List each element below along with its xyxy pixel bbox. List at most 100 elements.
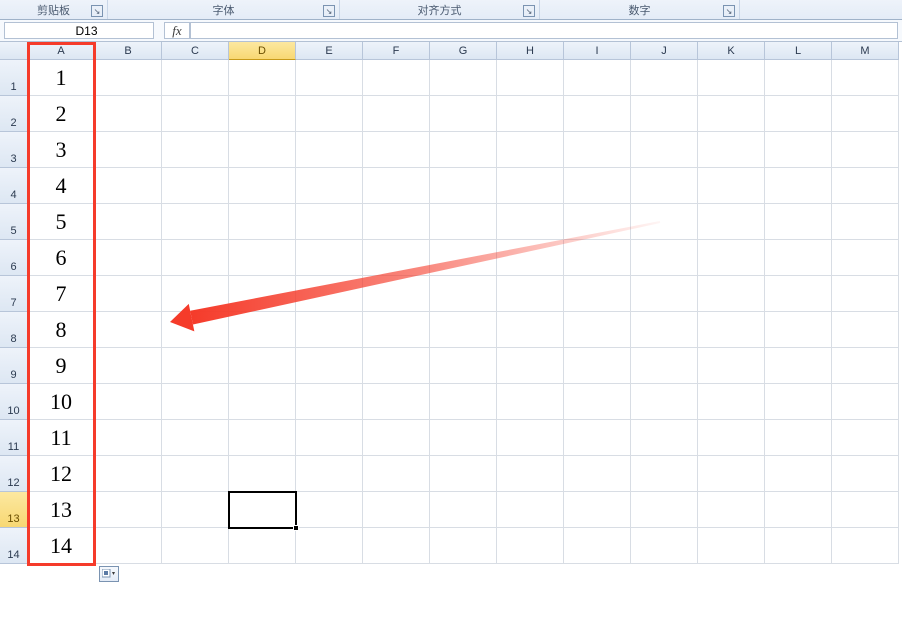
- dialog-launcher-icon[interactable]: ↘: [323, 5, 335, 17]
- name-box-input[interactable]: [9, 24, 164, 38]
- cell[interactable]: [497, 420, 564, 456]
- cell[interactable]: [698, 528, 765, 564]
- cell[interactable]: [162, 204, 229, 240]
- cell[interactable]: [564, 456, 631, 492]
- cell[interactable]: [832, 168, 899, 204]
- column-header[interactable]: K: [698, 42, 765, 60]
- cell[interactable]: [363, 168, 430, 204]
- cell[interactable]: [363, 132, 430, 168]
- cell[interactable]: [363, 528, 430, 564]
- cell[interactable]: [162, 312, 229, 348]
- cell[interactable]: [95, 384, 162, 420]
- cell[interactable]: [162, 276, 229, 312]
- cell[interactable]: [229, 528, 296, 564]
- cell[interactable]: [564, 384, 631, 420]
- cell[interactable]: [95, 528, 162, 564]
- cell[interactable]: [631, 132, 698, 168]
- cell[interactable]: [832, 312, 899, 348]
- cell[interactable]: [430, 204, 497, 240]
- cell[interactable]: [631, 420, 698, 456]
- cell[interactable]: [497, 312, 564, 348]
- cell[interactable]: [162, 492, 229, 528]
- row-header[interactable]: 9: [0, 348, 28, 384]
- cell[interactable]: [296, 60, 363, 96]
- cell[interactable]: 4: [28, 168, 95, 204]
- cell[interactable]: [631, 312, 698, 348]
- cell[interactable]: [698, 240, 765, 276]
- row-header[interactable]: 13: [0, 492, 28, 528]
- row-header[interactable]: 11: [0, 420, 28, 456]
- cell[interactable]: 10: [28, 384, 95, 420]
- cell[interactable]: [631, 60, 698, 96]
- column-header[interactable]: C: [162, 42, 229, 60]
- row-header[interactable]: 5: [0, 204, 28, 240]
- row-header[interactable]: 7: [0, 276, 28, 312]
- cell[interactable]: [832, 204, 899, 240]
- cell[interactable]: [564, 420, 631, 456]
- cell[interactable]: [564, 240, 631, 276]
- cell[interactable]: [229, 492, 296, 528]
- cell[interactable]: [564, 96, 631, 132]
- cell[interactable]: [765, 492, 832, 528]
- cell[interactable]: [698, 384, 765, 420]
- cell[interactable]: [698, 96, 765, 132]
- cell[interactable]: [162, 168, 229, 204]
- cell[interactable]: [765, 204, 832, 240]
- cell[interactable]: [229, 240, 296, 276]
- cell[interactable]: [430, 384, 497, 420]
- cell[interactable]: [564, 168, 631, 204]
- cell[interactable]: [698, 132, 765, 168]
- cell[interactable]: [363, 348, 430, 384]
- cell[interactable]: [832, 348, 899, 384]
- cell[interactable]: [631, 456, 698, 492]
- row-header[interactable]: 10: [0, 384, 28, 420]
- dialog-launcher-icon[interactable]: ↘: [723, 5, 735, 17]
- cell[interactable]: [631, 492, 698, 528]
- cell[interactable]: [698, 312, 765, 348]
- cell[interactable]: [832, 276, 899, 312]
- cell[interactable]: [430, 528, 497, 564]
- cell[interactable]: [162, 132, 229, 168]
- cell[interactable]: [631, 96, 698, 132]
- cell[interactable]: [564, 132, 631, 168]
- cell[interactable]: [765, 276, 832, 312]
- column-header[interactable]: A: [28, 42, 95, 60]
- row-header[interactable]: 8: [0, 312, 28, 348]
- cell[interactable]: [95, 276, 162, 312]
- cell[interactable]: [832, 60, 899, 96]
- cell[interactable]: [698, 492, 765, 528]
- fill-handle[interactable]: [293, 525, 299, 531]
- cell[interactable]: [631, 240, 698, 276]
- cell[interactable]: 13: [28, 492, 95, 528]
- cell[interactable]: [296, 456, 363, 492]
- cell[interactable]: [765, 96, 832, 132]
- cell[interactable]: [363, 492, 430, 528]
- cell[interactable]: 12: [28, 456, 95, 492]
- cell[interactable]: [430, 60, 497, 96]
- row-header[interactable]: 6: [0, 240, 28, 276]
- cell[interactable]: [296, 312, 363, 348]
- formula-input[interactable]: [190, 22, 898, 39]
- cell[interactable]: [95, 240, 162, 276]
- cell[interactable]: 3: [28, 132, 95, 168]
- cell[interactable]: [430, 312, 497, 348]
- cell[interactable]: [296, 384, 363, 420]
- row-header[interactable]: 14: [0, 528, 28, 564]
- cell[interactable]: [631, 384, 698, 420]
- cell[interactable]: [430, 168, 497, 204]
- column-header[interactable]: G: [430, 42, 497, 60]
- cell[interactable]: [698, 204, 765, 240]
- cell[interactable]: [631, 528, 698, 564]
- row-header[interactable]: 3: [0, 132, 28, 168]
- cell[interactable]: [765, 348, 832, 384]
- cell[interactable]: [430, 456, 497, 492]
- cell[interactable]: [430, 96, 497, 132]
- cell[interactable]: [631, 168, 698, 204]
- cell[interactable]: [631, 204, 698, 240]
- cell[interactable]: [229, 96, 296, 132]
- cell[interactable]: [95, 96, 162, 132]
- cell[interactable]: [363, 240, 430, 276]
- cell[interactable]: [363, 276, 430, 312]
- cell[interactable]: [832, 420, 899, 456]
- select-all-corner[interactable]: [0, 42, 28, 60]
